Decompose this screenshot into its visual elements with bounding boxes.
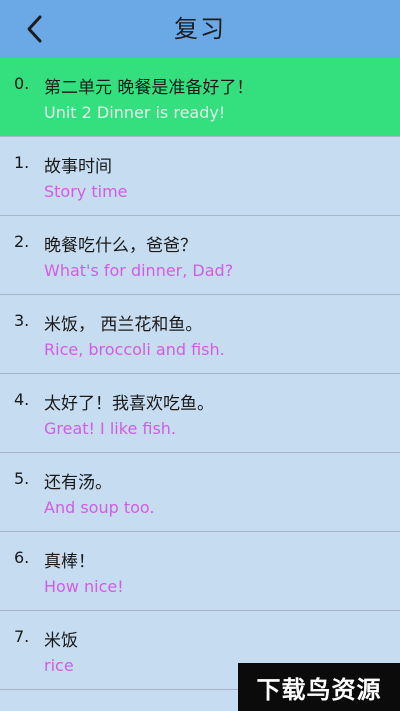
list-item[interactable]: 4. 太好了！我喜欢吃鱼。 Great! I like fish. [0,374,400,453]
item-number: 3. [14,311,30,330]
item-english-text: Rice, broccoli and fish. [44,340,225,359]
item-english-text: And soup too. [44,498,155,517]
app-root: 复习 0. 第二单元 晚餐是准备好了！ Unit 2 Dinner is rea… [0,0,400,711]
item-chinese-text: 还有汤。 [44,473,112,493]
back-button[interactable] [18,12,52,46]
watermark: 下载鸟资源 [238,663,400,711]
page-title: 复习 [174,15,226,43]
item-chinese-text: 太好了！我喜欢吃鱼。 [44,394,214,414]
item-chinese-text: 真棒！ [44,552,95,572]
item-number: 2. [14,232,30,251]
sentence-list: 0. 第二单元 晚餐是准备好了！ Unit 2 Dinner is ready!… [0,58,400,690]
item-english-text: Great! I like fish. [44,419,177,438]
list-item[interactable]: 1. 故事时间 Story time [0,137,400,216]
chevron-left-icon [27,15,42,43]
item-number: 6. [14,548,30,567]
item-number: 4. [14,390,30,409]
list-item[interactable]: 3. 米饭， 西兰花和鱼。 Rice, broccoli and fish. [0,295,400,374]
item-number: 0. [14,74,30,93]
item-english-text: rice [44,656,74,675]
item-number: 5. [14,469,30,488]
list-item[interactable]: 5. 还有汤。 And soup too. [0,453,400,532]
item-number: 1. [14,153,30,172]
item-chinese-text: 第二单元 晚餐是准备好了！ [44,78,254,98]
header-bar: 复习 [0,0,400,58]
list-item[interactable]: 2. 晚餐吃什么，爸爸？ What's for dinner, Dad? [0,216,400,295]
item-chinese-text: 晚餐吃什么，爸爸？ [44,236,197,256]
item-chinese-text: 米饭， 西兰花和鱼。 [44,315,203,335]
item-english-text: Unit 2 Dinner is ready! [44,103,226,122]
list-item-selected[interactable]: 0. 第二单元 晚餐是准备好了！ Unit 2 Dinner is ready! [0,58,400,137]
item-english-text: Story time [44,182,128,201]
item-english-text: How nice! [44,577,124,596]
item-english-text: What's for dinner, Dad? [44,261,234,280]
item-chinese-text: 米饭 [44,631,78,651]
list-item[interactable]: 6. 真棒！ How nice! [0,532,400,611]
item-number: 7. [14,627,30,646]
item-chinese-text: 故事时间 [44,157,112,177]
